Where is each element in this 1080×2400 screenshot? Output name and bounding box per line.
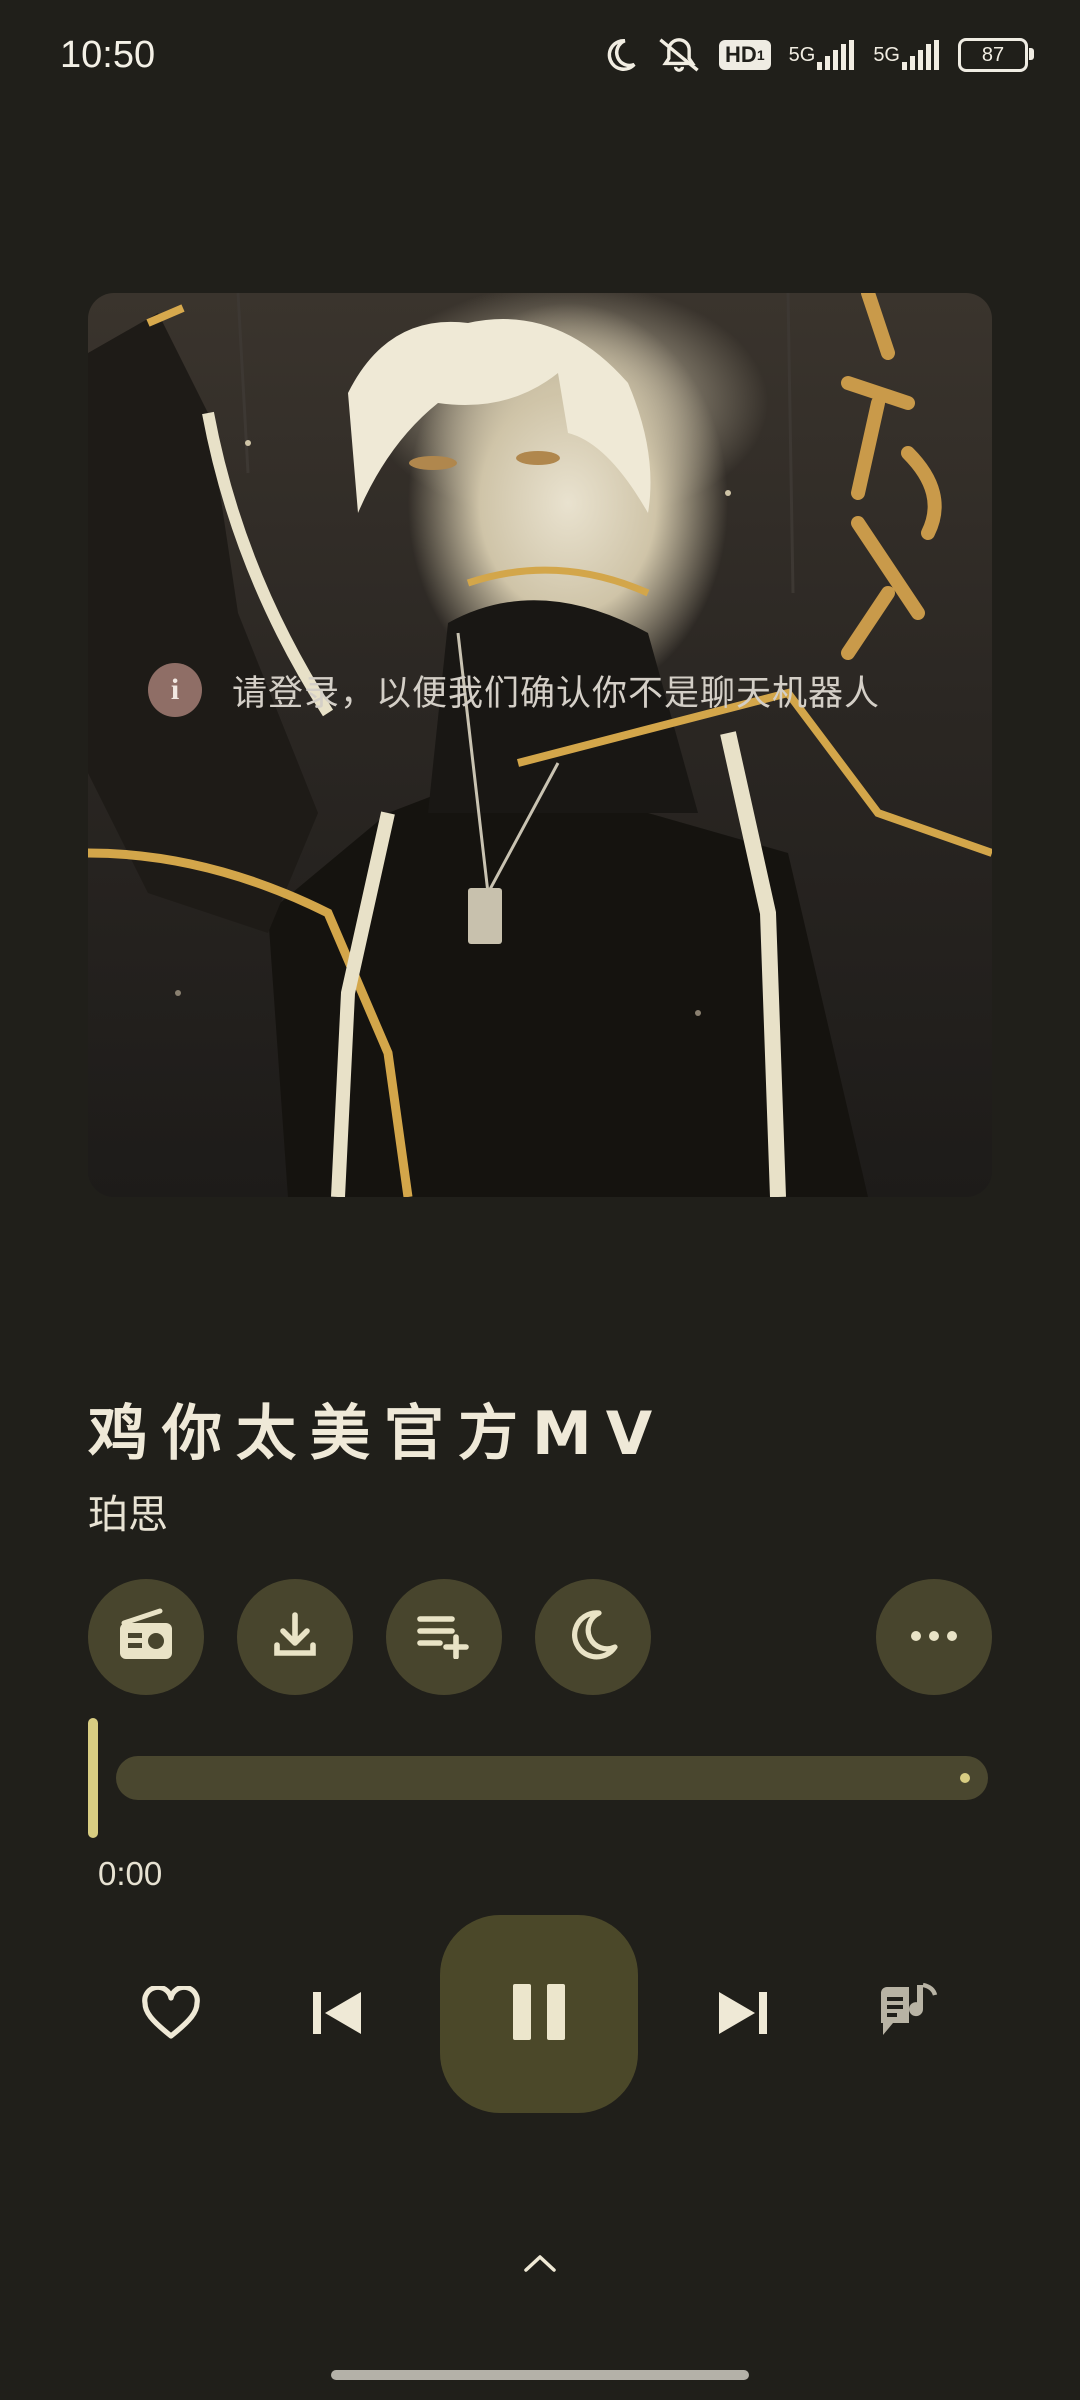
status-time: 10:50 — [60, 34, 156, 76]
playback-controls — [0, 1915, 1080, 2115]
album-artwork[interactable]: i 请登录，以便我们确认你不是聊天机器人 — [88, 293, 992, 1197]
lyrics-button[interactable] — [874, 1981, 944, 2047]
signal-5g-1-icon: 5G — [789, 40, 856, 70]
status-bar: 10:50 HD 1 5G 5G 87 — [0, 0, 1080, 120]
song-title: 鸡你太美官方MV — [88, 1399, 667, 1469]
add-to-playlist-button[interactable] — [386, 1579, 502, 1695]
login-prompt-text: 请登录，以便我们确认你不是聊天机器人 — [232, 673, 881, 714]
radio-button[interactable] — [88, 1579, 204, 1695]
skip-next-icon — [715, 1988, 771, 2042]
signal-5g-2-icon: 5G — [873, 40, 940, 70]
battery-icon: 87 — [958, 38, 1034, 72]
login-prompt-overlay[interactable]: i 请登录，以便我们确认你不是聊天机器人 — [148, 663, 880, 717]
expand-queue-button[interactable] — [515, 2245, 565, 2285]
sleep-timer-button[interactable] — [535, 1579, 651, 1695]
previous-button[interactable] — [302, 1985, 372, 2045]
radio-icon — [116, 1608, 176, 1666]
lyrics-icon — [877, 1981, 941, 2047]
heart-icon — [141, 1984, 201, 2044]
moon-icon — [565, 1607, 621, 1667]
progress-bar[interactable] — [88, 1718, 992, 1838]
next-button[interactable] — [708, 1985, 778, 2045]
playlist-add-icon — [416, 1611, 472, 1663]
status-icons: HD 1 5G 5G 87 — [601, 36, 1034, 74]
more-horizontal-icon — [908, 1628, 960, 1647]
current-time: 0:00 — [98, 1855, 163, 1892]
skip-previous-icon — [309, 1988, 365, 2042]
progress-thumb[interactable] — [88, 1718, 98, 1838]
download-icon — [269, 1609, 321, 1665]
chevron-up-icon — [522, 2252, 558, 2278]
home-indicator[interactable] — [331, 2370, 749, 2380]
favorite-button[interactable] — [136, 1984, 206, 2045]
progress-end-dot — [960, 1773, 970, 1783]
action-row — [88, 1579, 992, 1695]
progress-track[interactable] — [116, 1756, 988, 1800]
song-artist[interactable]: 珀思 — [88, 1482, 168, 1540]
album-illustration — [88, 293, 992, 1197]
pause-button[interactable] — [440, 1915, 638, 2113]
pause-icon — [511, 1982, 567, 2046]
more-button[interactable] — [876, 1579, 992, 1695]
moon-icon — [601, 36, 639, 74]
info-icon: i — [148, 663, 202, 717]
hd-icon: HD 1 — [719, 40, 771, 70]
mute-icon — [657, 36, 701, 74]
download-button[interactable] — [237, 1579, 353, 1695]
